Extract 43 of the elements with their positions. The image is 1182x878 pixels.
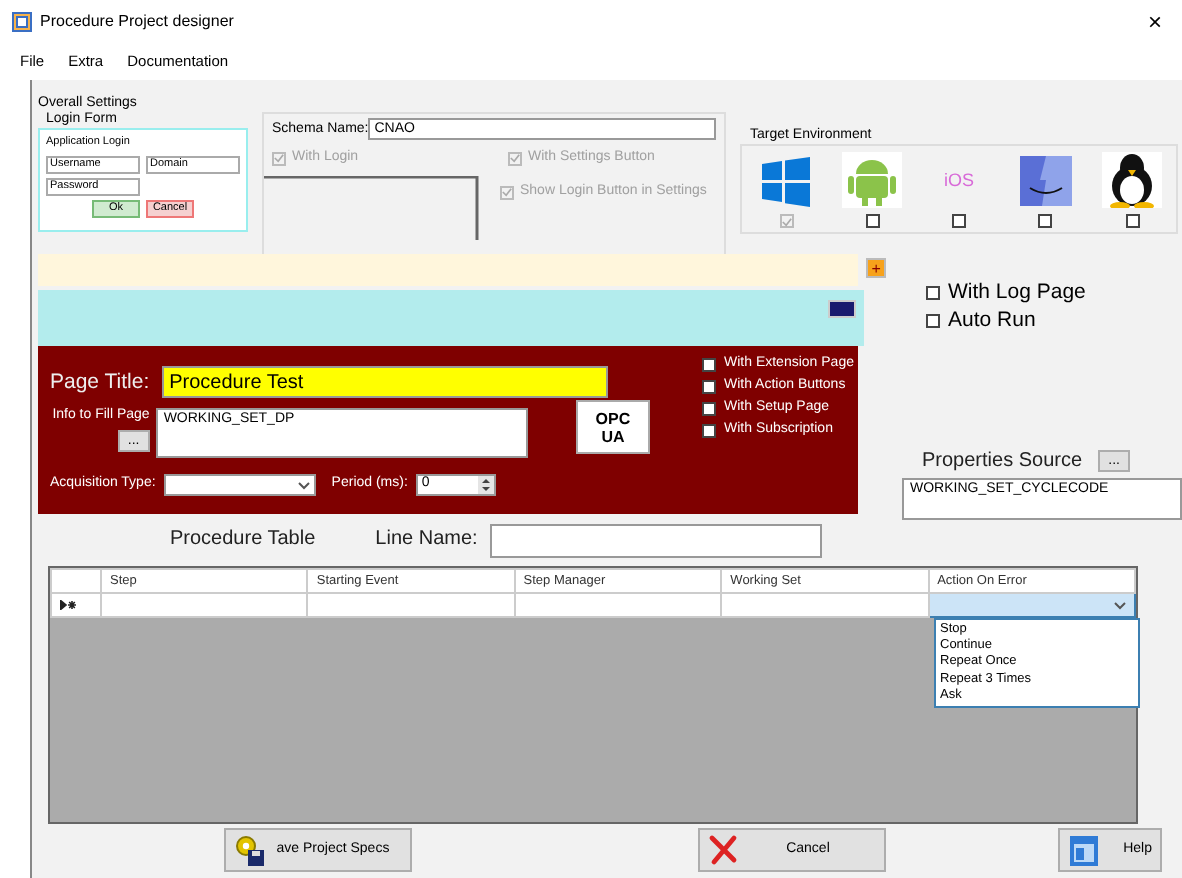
table-cell[interactable] bbox=[514, 593, 722, 617]
line-name-field[interactable] bbox=[489, 523, 822, 557]
logo-text: OPC bbox=[595, 409, 631, 427]
field-label: Line Name: bbox=[375, 528, 478, 552]
checkbox[interactable] bbox=[926, 313, 940, 328]
table-cell[interactable] bbox=[721, 593, 929, 617]
checkbox[interactable] bbox=[1125, 214, 1139, 229]
field-label: Page Title: bbox=[50, 369, 150, 395]
window-title: Procedure Project designer bbox=[40, 12, 234, 32]
table-cell[interactable] bbox=[307, 593, 515, 617]
window-icon bbox=[1068, 833, 1100, 867]
checkbox-label: Auto Run bbox=[948, 308, 1036, 333]
table-cell[interactable] bbox=[101, 593, 308, 617]
checkbox[interactable] bbox=[1038, 214, 1053, 229]
checkbox[interactable] bbox=[702, 357, 716, 372]
penguin-icon bbox=[1102, 152, 1162, 209]
action-dropdown[interactable] bbox=[928, 593, 1135, 617]
ios-logo: iOS bbox=[941, 167, 976, 194]
gear-disk-icon bbox=[234, 833, 266, 867]
checkbox[interactable] bbox=[702, 379, 716, 394]
robot-icon bbox=[842, 152, 903, 209]
spin-arrows-icon[interactable] bbox=[477, 476, 494, 494]
face-logo-icon bbox=[1015, 152, 1076, 209]
checkbox-label: With Log Page bbox=[948, 280, 1086, 305]
close-button[interactable]: × bbox=[1139, 10, 1170, 34]
close-icon bbox=[708, 833, 740, 867]
logo-text: UA bbox=[601, 427, 625, 445]
field-label: Properties Source bbox=[922, 450, 1083, 474]
windows-logo-icon bbox=[756, 152, 816, 209]
small-button[interactable] bbox=[828, 300, 856, 318]
add-button[interactable]: + bbox=[866, 258, 886, 278]
app-icon bbox=[12, 12, 32, 32]
checkbox[interactable] bbox=[952, 214, 966, 229]
page-title-field[interactable]: Procedure Test bbox=[161, 366, 608, 398]
chevron-down-icon bbox=[297, 481, 310, 489]
checkbox[interactable] bbox=[702, 401, 716, 416]
checkbox[interactable] bbox=[865, 214, 880, 229]
checkbox[interactable] bbox=[926, 285, 940, 300]
acquisition-type-dropdown[interactable] bbox=[163, 474, 316, 496]
checkbox[interactable] bbox=[702, 423, 716, 438]
chevron-down-icon bbox=[1114, 601, 1126, 609]
table-title: Procedure Table bbox=[170, 528, 316, 552]
new-row-icon bbox=[60, 599, 78, 610]
